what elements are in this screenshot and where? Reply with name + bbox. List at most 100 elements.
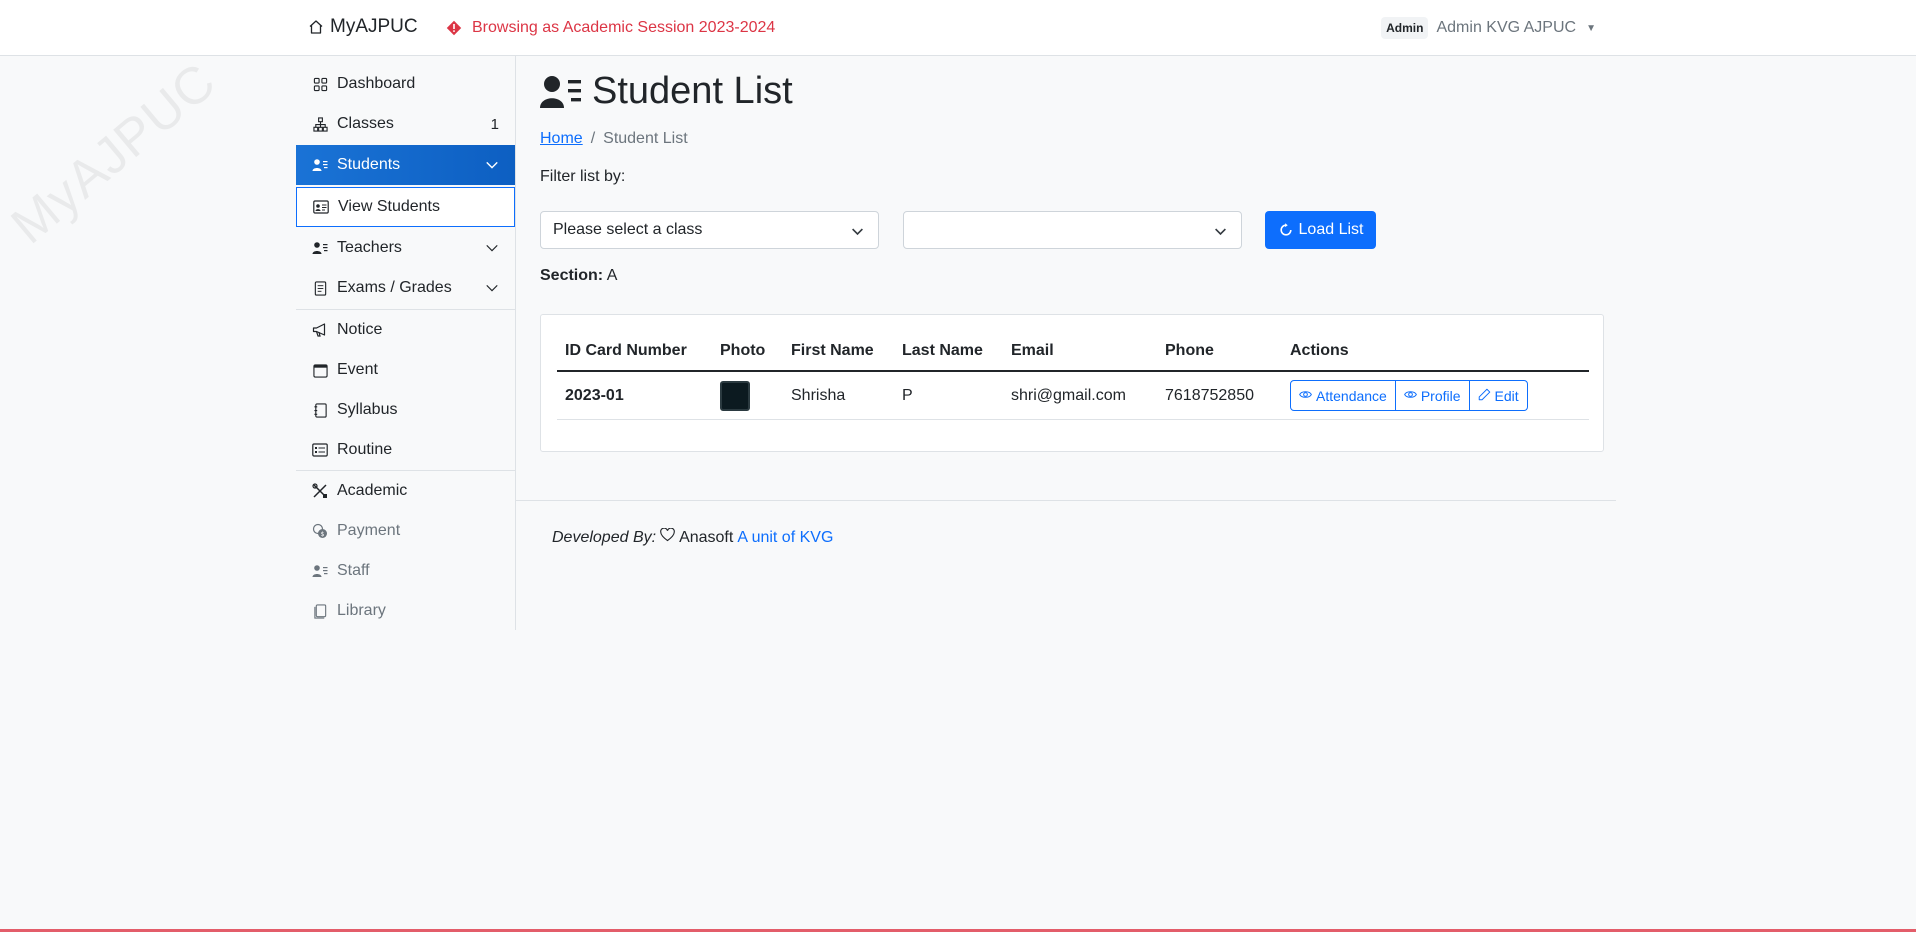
breadcrumb: Home / Student List — [540, 130, 688, 148]
edit-button[interactable]: Edit — [1469, 380, 1528, 411]
brand-name: MyAJPUC — [330, 16, 418, 37]
sidebar-item-library[interactable]: Library — [296, 591, 515, 631]
footer-divider — [516, 500, 1616, 501]
student-table-card: ID Card Number Photo First Name Last Nam… — [540, 314, 1604, 452]
role-badge: Admin — [1381, 17, 1429, 39]
company-link[interactable]: A unit of KVG — [737, 529, 833, 547]
page-title-text: Student List — [592, 69, 793, 112]
chevron-down-icon — [485, 158, 499, 177]
file-text-icon — [312, 280, 328, 296]
sidebar-item-label: Payment — [337, 522, 401, 539]
section-select[interactable] — [903, 211, 1242, 249]
class-select-value: Please select a class — [553, 221, 703, 238]
sidebar-item-label: Library — [337, 602, 386, 619]
page-title: Student List — [540, 66, 793, 116]
house-icon — [308, 19, 324, 35]
session-text: Browsing as Academic Session 2023-2024 — [472, 19, 776, 36]
load-list-label: Load List — [1298, 221, 1364, 238]
last-name-cell: P — [894, 371, 1003, 420]
person-lines-icon — [312, 563, 328, 579]
footer: Developed By: Anasoft A unit of KVG — [552, 527, 833, 547]
filter-label: Filter list by: — [540, 168, 626, 185]
column-header: Last Name — [894, 331, 1003, 372]
sidebar: Dashboard Classes 1 Students View Studen… — [296, 56, 516, 630]
sidebar-item-routine[interactable]: Routine — [296, 430, 515, 470]
refresh-icon — [1278, 222, 1294, 238]
exclamation-diamond-icon — [446, 20, 462, 36]
section-info: Section: A — [540, 267, 617, 285]
sidebar-item-label: Event — [337, 361, 378, 378]
classes-count: 1 — [490, 115, 499, 133]
sidebar-item-teachers[interactable]: Teachers — [296, 228, 515, 268]
caret-down-icon: ▼ — [1586, 22, 1596, 34]
sidebar-item-label: Routine — [337, 441, 393, 458]
session-notice: Browsing as Academic Session 2023-2024 — [446, 15, 775, 41]
student-photo[interactable] — [720, 380, 750, 411]
email-cell: shri@gmail.com — [1003, 371, 1157, 420]
developed-by-label: Developed By: — [552, 528, 657, 546]
sidebar-item-notice[interactable]: Notice — [296, 310, 515, 350]
user-name: Admin KVG AJPUC — [1436, 19, 1577, 36]
sidebar-item-label: Staff — [337, 562, 370, 579]
column-header: First Name — [783, 331, 894, 372]
sidebar-item-payment[interactable]: $ Payment — [296, 511, 515, 551]
chevron-down-icon — [851, 225, 864, 243]
sidebar-item-students[interactable]: Students — [296, 145, 515, 185]
photo-cell — [712, 371, 783, 420]
profile-button[interactable]: Profile — [1395, 380, 1470, 411]
card-list-icon — [312, 442, 328, 458]
breadcrumb-current: Student List — [603, 130, 688, 147]
sidebar-item-label: Students — [337, 156, 401, 173]
class-select[interactable]: Please select a class — [540, 211, 879, 249]
id-card-cell: 2023-01 — [557, 371, 712, 420]
top-navbar: MyAJPUC Browsing as Academic Session 202… — [0, 0, 1916, 56]
watermark: MyAJPUC — [0, 52, 227, 256]
student-table: ID Card Number Photo First Name Last Nam… — [557, 331, 1589, 420]
sidebar-item-label: Syllabus — [337, 401, 398, 418]
pencil-icon — [1478, 388, 1491, 404]
column-header: ID Card Number — [557, 331, 712, 372]
calendar-icon — [312, 362, 328, 378]
grid-icon — [312, 76, 328, 92]
load-list-button[interactable]: Load List — [1265, 211, 1376, 249]
sidebar-item-staff[interactable]: Staff — [296, 551, 515, 591]
profile-label: Profile — [1420, 387, 1461, 404]
user-dropdown[interactable]: Admin Admin KVG AJPUC ▼ — [1381, 16, 1596, 40]
sidebar-item-label: Exams / Grades — [337, 279, 452, 296]
eye-icon — [1299, 388, 1312, 404]
sidebar-item-academic[interactable]: Academic — [296, 471, 515, 511]
chevron-down-icon — [1214, 225, 1227, 243]
section-value: A — [606, 267, 618, 284]
sidebar-item-classes[interactable]: Classes 1 — [296, 104, 515, 144]
diagram-icon — [312, 116, 328, 132]
attendance-button[interactable]: Attendance — [1290, 380, 1396, 411]
person-lines-icon — [540, 73, 582, 109]
chevron-down-icon — [485, 281, 499, 300]
books-icon — [312, 603, 328, 619]
sidebar-item-label: Academic — [337, 482, 408, 499]
actions-cell: Attendance Profile Edit — [1282, 371, 1589, 420]
person-lines-icon — [312, 157, 328, 173]
table-header-row: ID Card Number Photo First Name Last Nam… — [557, 331, 1589, 372]
tools-icon — [312, 483, 328, 499]
section-label: Section: — [540, 267, 604, 284]
column-header: Email — [1003, 331, 1157, 372]
heart-icon — [660, 527, 675, 547]
sidebar-item-exams-grades[interactable]: Exams / Grades — [296, 268, 515, 308]
eye-icon — [1403, 388, 1417, 404]
sidebar-item-label: View Students — [338, 198, 440, 215]
sidebar-item-view-students[interactable]: View Students — [296, 187, 515, 227]
breadcrumb-home-link[interactable]: Home — [540, 130, 583, 148]
sidebar-item-dashboard[interactable]: Dashboard — [296, 64, 515, 104]
sidebar-item-label: Teachers — [337, 239, 402, 256]
journal-icon — [312, 402, 328, 418]
attendance-label: Attendance — [1316, 387, 1387, 404]
brand-link[interactable]: MyAJPUC — [308, 14, 418, 40]
sidebar-item-event[interactable]: Event — [296, 350, 515, 390]
sidebar-item-label: Dashboard — [337, 75, 416, 92]
sidebar-item-syllabus[interactable]: Syllabus — [296, 390, 515, 430]
first-name-cell: Shrisha — [783, 371, 894, 420]
coin-icon: $ — [312, 523, 328, 539]
table-row: 2023-01 Shrisha P shri@gmail.com 7618752… — [557, 371, 1589, 420]
megaphone-icon — [312, 322, 328, 338]
